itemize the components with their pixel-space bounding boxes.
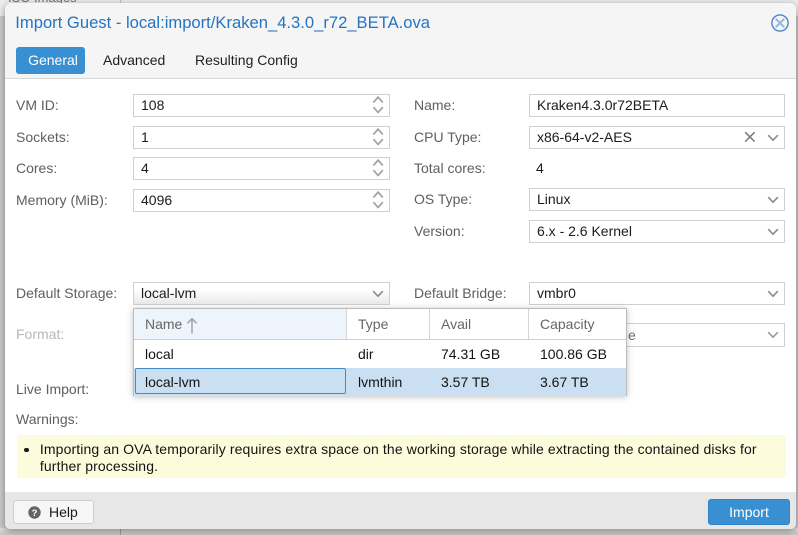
- svg-text:?: ?: [32, 508, 38, 519]
